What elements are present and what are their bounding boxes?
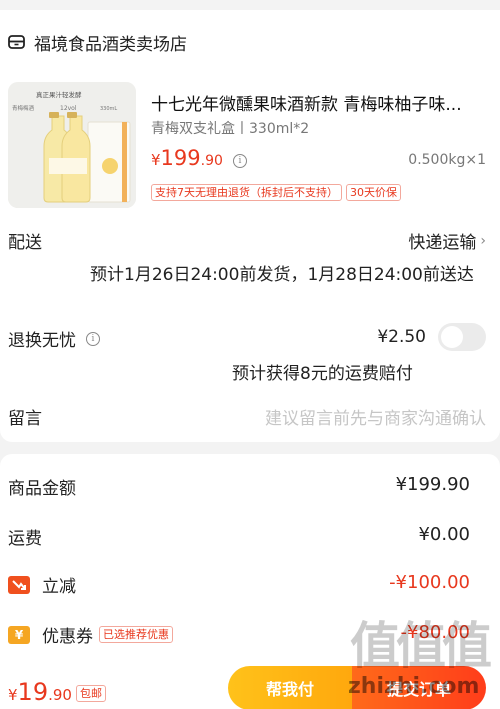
image-headline: 真正果汁轻发酵 bbox=[36, 90, 82, 99]
total-price: ¥ 19 .90 包邮 bbox=[8, 678, 106, 706]
total-symbol: ¥ bbox=[8, 686, 18, 704]
delivery-label: 配送 bbox=[8, 233, 42, 253]
price-integer: 199 bbox=[160, 146, 201, 170]
help-pay-button[interactable]: 帮我付 bbox=[228, 666, 352, 709]
price-protect-tag: 30天价保 bbox=[346, 184, 401, 201]
return-insurance-row: 退换无忧 i bbox=[8, 326, 100, 351]
shipping-fee-label: 运费 bbox=[8, 529, 42, 549]
price-decimal: .90 bbox=[200, 153, 223, 169]
info-icon[interactable]: i bbox=[86, 331, 100, 346]
shipping-fee-value: ¥0.00 bbox=[418, 524, 470, 545]
message-input[interactable]: 建议留言前先与商家沟通确认 bbox=[265, 404, 486, 429]
coupon-label: 优惠券 bbox=[42, 627, 93, 647]
discount-row: 立减 bbox=[8, 572, 76, 597]
return-insurance-toggle[interactable] bbox=[438, 323, 486, 351]
goods-amount-value: ¥199.90 bbox=[395, 474, 470, 495]
product-price: ¥ 199 .90 i bbox=[151, 146, 247, 170]
return-insurance-control: ¥2.50 bbox=[377, 323, 486, 351]
image-label-left: 青梅梅酒 bbox=[12, 104, 35, 112]
message-label: 留言 bbox=[8, 409, 42, 429]
chevron-right-icon: › bbox=[480, 232, 486, 249]
free-shipping-badge: 包邮 bbox=[75, 685, 106, 702]
submit-order-button[interactable]: 提交订单 bbox=[352, 666, 486, 709]
discount-value: -¥100.00 bbox=[389, 572, 470, 593]
coupon-value[interactable]: -¥80.00 bbox=[401, 622, 470, 643]
coupon-recommend-tag: 已选推荐优惠 bbox=[99, 626, 173, 643]
coupon-yen-icon: ¥ bbox=[8, 625, 30, 644]
order-card: 福境食品酒类卖场店 真正果汁轻发酵 青梅梅酒 12vol 330mL 十七光年微… bbox=[0, 10, 500, 442]
total-decimal: .90 bbox=[48, 686, 72, 704]
price-symbol: ¥ bbox=[151, 151, 161, 169]
info-icon[interactable]: i bbox=[232, 154, 247, 168]
delivery-method: 快递运输 bbox=[408, 233, 477, 253]
product-weight: 0.500kg×1 bbox=[408, 152, 486, 168]
delivery-estimate: 预计1月26日24:00前发货，1月28日24:00前送达 bbox=[90, 265, 474, 285]
store-icon bbox=[8, 34, 26, 50]
product-title[interactable]: 十七光年微醺果味酒新款 青梅味柚子味... bbox=[151, 90, 491, 115]
coupon-row[interactable]: ¥ 优惠券 已选推荐优惠 bbox=[8, 622, 173, 647]
return-insurance-price: ¥2.50 bbox=[377, 327, 426, 347]
toggle-knob bbox=[441, 326, 463, 348]
return-insurance-label: 退换无忧 bbox=[8, 331, 76, 351]
delivery-method-selector[interactable]: 快递运输 › bbox=[408, 228, 486, 254]
image-label-right: 330mL bbox=[100, 106, 117, 112]
store-header[interactable]: 福境食品酒类卖场店 bbox=[8, 30, 187, 55]
service-tags: 支持7天无理由退货（拆封后不支持） 30天价保 bbox=[151, 184, 401, 201]
discount-arrow-icon bbox=[8, 575, 30, 594]
return-insurance-note: 预计获得8元的运费赔付 bbox=[232, 364, 413, 384]
return-policy-tag: 支持7天无理由退货（拆封后不支持） bbox=[151, 184, 342, 201]
product-spec[interactable]: 青梅双支礼盒丨330ml*2 bbox=[151, 118, 309, 138]
total-integer: 19 bbox=[17, 678, 49, 706]
image-label-mid: 12vol bbox=[60, 105, 77, 112]
goods-amount-label: 商品金额 bbox=[8, 479, 76, 499]
bottom-action-bar: ¥ 19 .90 包邮 帮我付 提交订单 bbox=[0, 664, 500, 709]
store-name: 福境食品酒类卖场店 bbox=[34, 34, 187, 55]
product-image[interactable]: 真正果汁轻发酵 青梅梅酒 12vol 330mL bbox=[8, 82, 136, 208]
discount-label: 立减 bbox=[42, 577, 76, 597]
